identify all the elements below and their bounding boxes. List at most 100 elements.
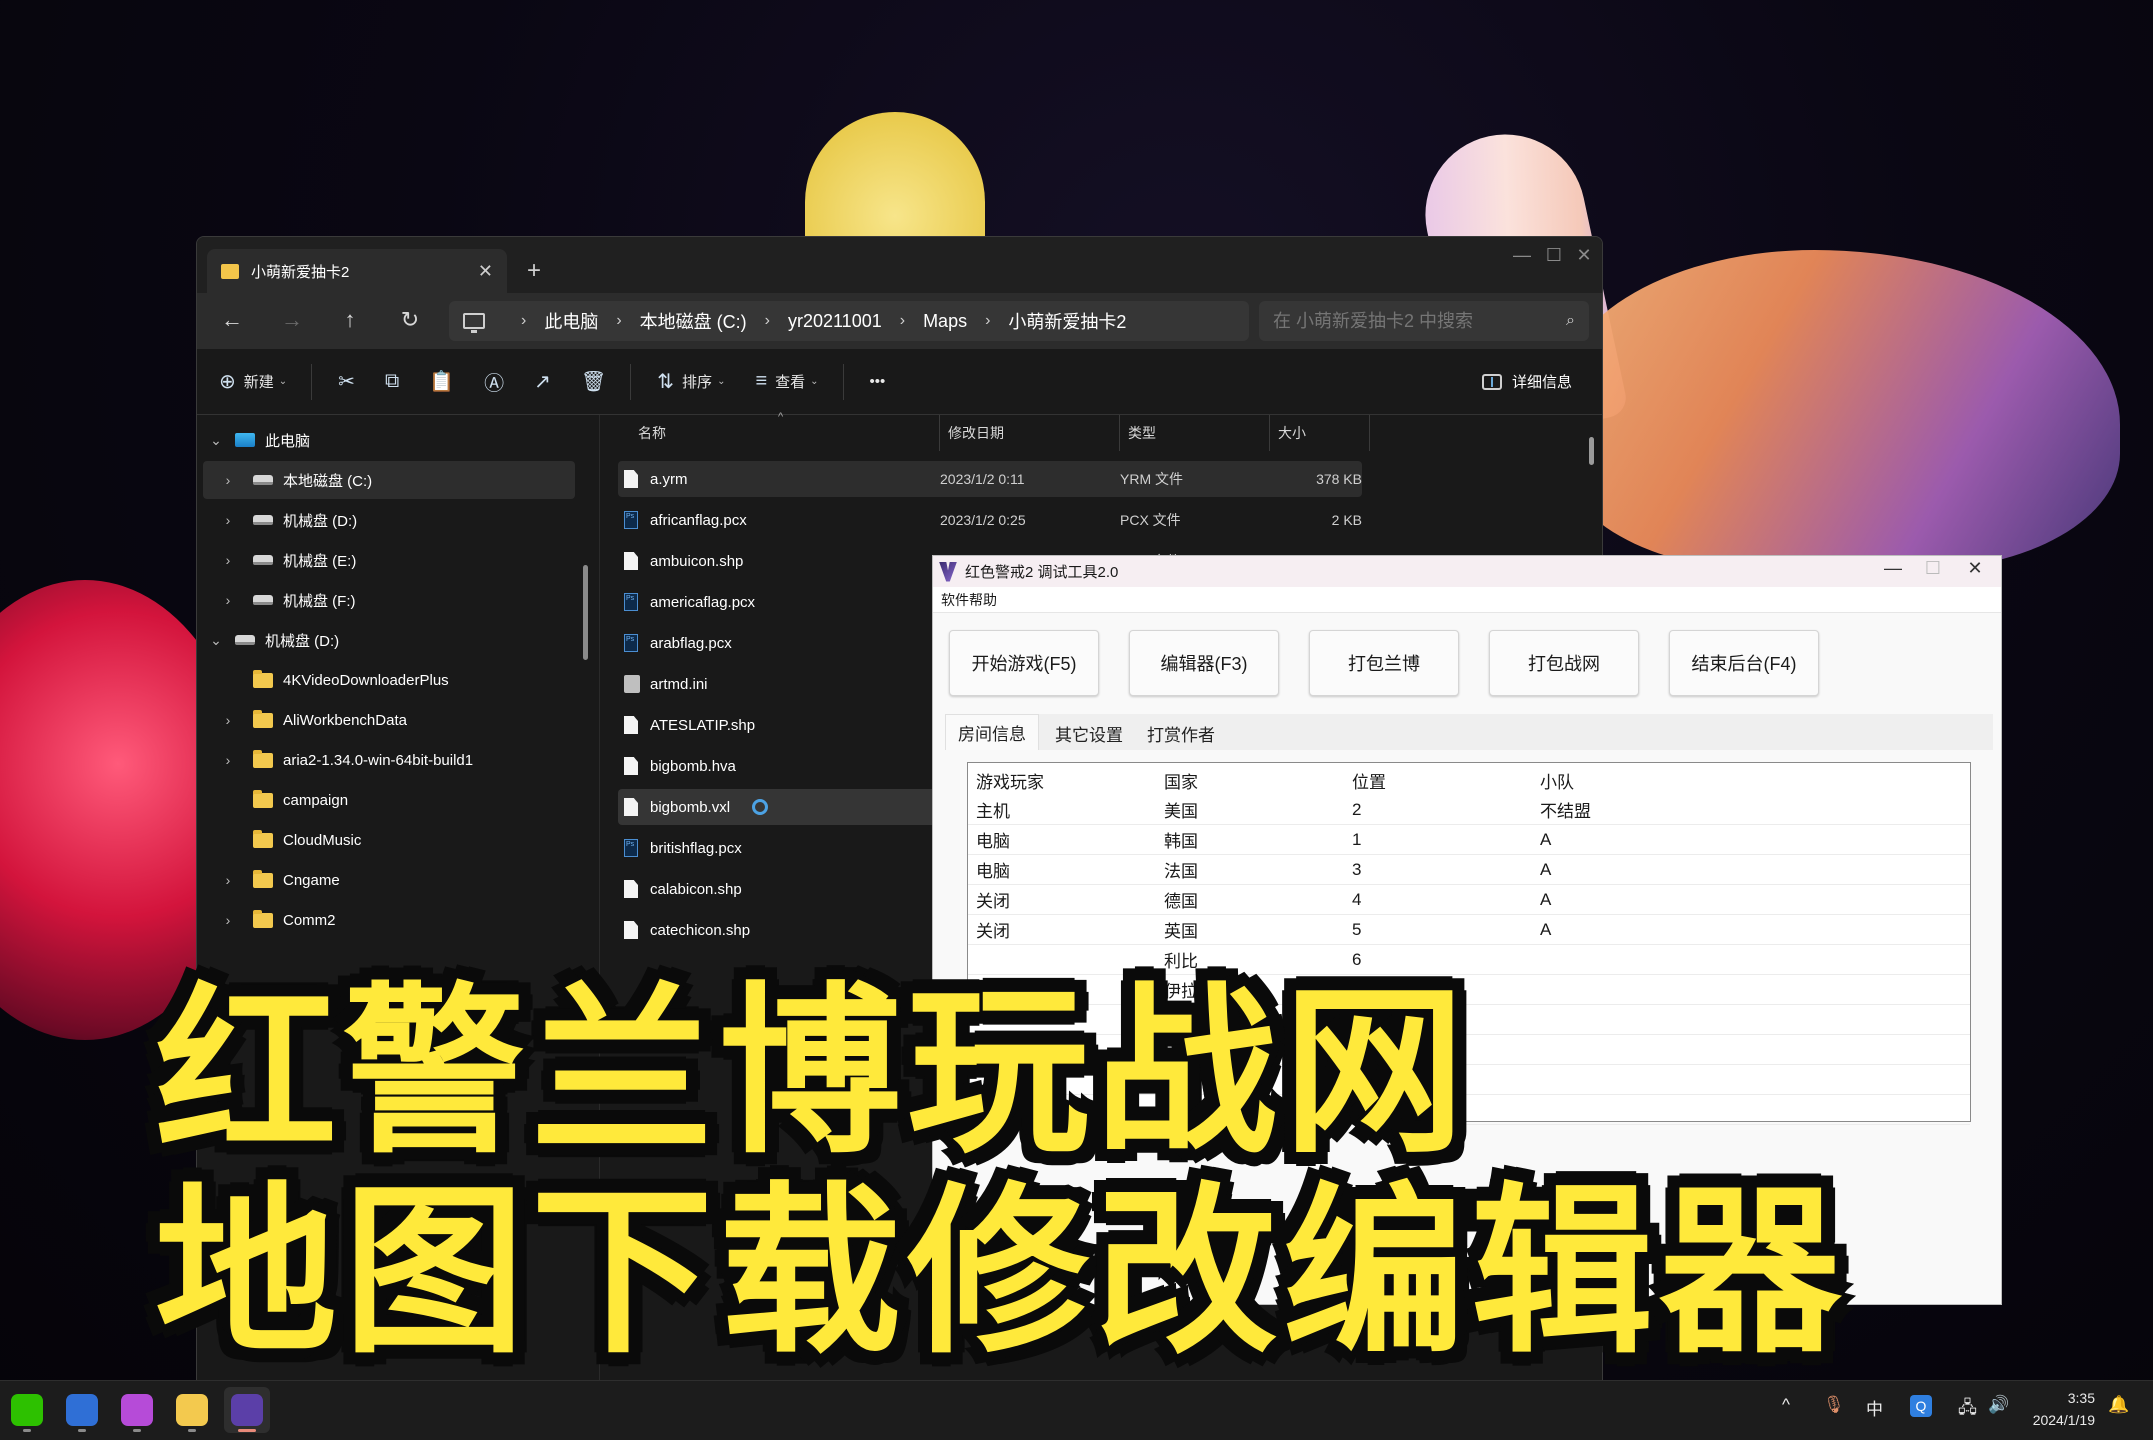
desktop: 小萌新爱抽卡2 ✕ + — ☐ ✕ ← → ↑ ↻ › 此电脑 › 本地磁盘 (… [0,0,2153,1440]
file-row[interactable]: Ps africanflag.pcx 2023/1/2 0:25 PCX 文件 2 KB [618,502,1362,538]
nav-item[interactable]: › Cngame [203,861,575,899]
view-button[interactable]: ≡ 查看 ⌄ [755,370,818,393]
chevron-right-icon[interactable]: › [217,552,239,568]
grid-row[interactable]: 关闭 德国 4 A [968,885,1970,915]
app-tray-icon[interactable]: Q [1910,1395,1932,1417]
nav-item[interactable]: CloudMusic [203,821,575,859]
taskbar-app-ra2-debug-tool[interactable] [224,1387,270,1433]
chevron-down-icon[interactable]: ⌄ [205,432,227,449]
tool-minimize-button[interactable]: — [1873,558,1913,579]
volume-icon[interactable]: 🔊 [1988,1395,2009,1415]
network-icon[interactable]: 🖧 [1958,1395,1977,1424]
share-button[interactable]: ↗ [534,369,551,394]
rename-button[interactable]: Ⓐ [484,367,504,396]
tool-close-button[interactable]: ✕ [1955,558,1995,579]
search-icon[interactable]: ⌕ [1566,312,1575,330]
tab-other-settings[interactable]: 其它设置 [1043,716,1135,750]
show-hidden-icons-chevron[interactable]: ^ [1782,1395,1790,1415]
refresh-button[interactable]: ↻ [395,307,425,333]
breadcrumb-maps[interactable]: Maps [923,311,967,332]
file-row[interactable]: a.yrm 2023/1/2 0:11 YRM 文件 378 KB [618,461,1362,497]
loading-spinner-icon [752,799,769,815]
tab-room-info[interactable]: 房间信息 [945,714,1039,750]
chevron-down-icon[interactable]: ⌄ [205,632,227,649]
forward-button[interactable]: → [277,307,307,333]
breadcrumb-yr-folder[interactable]: yr20211001 [788,311,882,332]
close-tab-icon[interactable]: ✕ [478,261,493,282]
nav-item[interactable]: › 本地磁盘 (C:) [203,461,575,499]
chevron-right-icon[interactable]: › [217,712,239,728]
sort-arrows-icon: ⇅ [657,371,675,393]
file-name-cell: bigbomb.vxl [618,798,940,816]
grid-row[interactable]: 主机 美国 2 不结盟 [968,795,1970,825]
nav-item[interactable]: › 机械盘 (D:) [203,501,575,539]
file-type: YRM 文件 [1120,471,1183,487]
nav-item[interactable]: › 机械盘 (F:) [203,581,575,619]
chevron-right-icon[interactable]: › [217,512,239,528]
taskbar-app-security[interactable] [59,1387,105,1433]
nav-item[interactable]: 4KVideoDownloaderPlus [203,661,575,699]
nav-item[interactable]: › 机械盘 (E:) [203,541,575,579]
cut-button[interactable]: ✂ [338,369,355,394]
taskbar-app-file-explorer[interactable] [169,1387,215,1433]
new-button[interactable]: ⊕ 新建 ⌄ [219,369,287,394]
nav-item[interactable]: › aria2-1.34.0-win-64bit-build1 [203,741,575,779]
tab-current-folder[interactable]: 小萌新爱抽卡2 ✕ [207,249,507,293]
column-header-type[interactable]: 类型 [1120,415,1270,451]
search-input[interactable] [1273,310,1567,332]
taskbar-app-app-purple[interactable] [114,1387,160,1433]
chevron-right-icon[interactable]: › [217,472,239,488]
nav-item[interactable]: ⌄ 机械盘 (D:) [203,621,575,659]
grid-row[interactable]: 电脑 法国 3 A [968,855,1970,885]
sort-button[interactable]: ⇅ 排序 ⌄ [657,369,725,394]
details-pane-button[interactable]: 详细信息 [1481,371,1572,392]
start-game-button[interactable]: 开始游戏(F5) [949,630,1099,696]
breadcrumb-drive-c[interactable]: 本地磁盘 (C:) [640,308,747,334]
pack-rambo-button[interactable]: 打包兰博 [1309,630,1459,696]
nav-scrollbar[interactable] [583,565,588,660]
chevron-right-icon[interactable]: › [217,752,239,768]
paste-button[interactable]: 📋 [429,369,454,394]
file-icon [624,798,638,816]
file-name-cell: ATESLATIP.shp [618,716,940,734]
nav-item[interactable]: › AliWorkbenchData [203,701,575,739]
column-header-size[interactable]: 大小 [1270,415,1370,451]
tab-tip-author[interactable]: 打赏作者 [1135,716,1227,750]
notification-bell-icon[interactable]: 🔔 [2108,1395,2129,1415]
taskbar-app-wechat[interactable] [4,1387,50,1433]
breadcrumb-this-pc[interactable]: 此电脑 [544,308,598,334]
menu-software-help[interactable]: 软件帮助 [941,590,997,610]
editor-button[interactable]: 编辑器(F3) [1129,630,1279,696]
file-list-scrollbar[interactable] [1589,437,1594,465]
nav-item[interactable]: ⌄ 此电脑 [203,421,575,459]
more-options-button[interactable]: ••• [870,373,886,390]
nav-item[interactable]: campaign [203,781,575,819]
chevron-right-icon[interactable]: › [217,592,239,608]
new-tab-button[interactable]: + [527,257,541,285]
chevron-right-icon[interactable]: › [217,872,239,888]
clock[interactable]: 3:35 2024/1/19 [2033,1387,2095,1431]
breadcrumb-current[interactable]: 小萌新爱抽卡2 [1008,308,1126,334]
back-button[interactable]: ← [217,307,247,333]
file-size: 378 KB [1316,471,1362,487]
microphone-icon[interactable]: 🎙 [1823,1395,1845,1415]
pack-battlenet-button[interactable]: 打包战网 [1489,630,1639,696]
file-name: arabflag.pcx [650,634,732,652]
tool-maximize-button[interactable]: ☐ [1913,558,1953,579]
breadcrumb[interactable]: › 此电脑 › 本地磁盘 (C:) › yr20211001 › Maps › … [449,301,1249,341]
plus-circle-icon: ⊕ [219,371,236,393]
nav-item-label: CloudMusic [283,831,362,849]
file-name-cell: Ps britishflag.pcx [618,839,940,857]
end-background-button[interactable]: 结束后台(F4) [1669,630,1819,696]
column-header-date[interactable]: 修改日期 [940,415,1120,451]
ime-indicator[interactable]: 中 [1866,1395,1883,1420]
copy-button[interactable]: ⧉ [385,370,399,393]
grid-row[interactable]: 电脑 韩国 1 A [968,825,1970,855]
column-header-name[interactable]: 名称 [618,415,940,451]
drive-icon [253,555,273,565]
chevron-right-icon: › [616,312,622,329]
close-button[interactable]: ✕ [1564,245,1602,266]
delete-button[interactable]: 🗑 [581,369,606,394]
up-button[interactable]: ↑ [335,307,365,333]
search-box[interactable]: ⌕ [1259,301,1589,341]
